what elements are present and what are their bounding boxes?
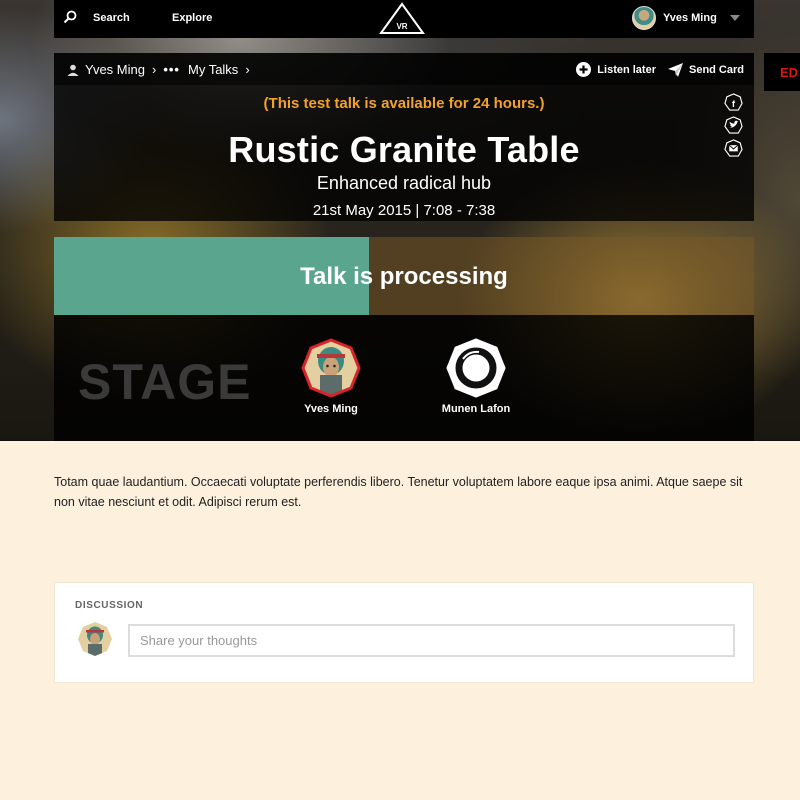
speaker-name: Yves Ming xyxy=(304,403,358,415)
send-card-button[interactable]: Send Card xyxy=(667,62,744,77)
availability-notice: (This test talk is available for 24 hour… xyxy=(263,95,545,112)
speaker-avatar-icon xyxy=(446,338,506,398)
discussion-heading: DISCUSSION xyxy=(75,600,144,611)
nav-search-link[interactable]: Search xyxy=(93,12,130,24)
talk-header-panel: Yves Ming › ••• My Talks › Listen later … xyxy=(54,53,754,221)
breadcrumb-user[interactable]: Yves Ming xyxy=(85,62,145,77)
listen-later-button[interactable]: Listen later xyxy=(576,62,656,77)
speaker-yves-ming[interactable]: Yves Ming xyxy=(286,337,376,415)
edit-tab[interactable]: ED xyxy=(764,53,800,91)
user-menu-name[interactable]: Yves Ming xyxy=(663,12,717,24)
user-avatar[interactable] xyxy=(632,6,656,30)
talk-date: 21st May 2015 | 7:08 - 7:38 xyxy=(312,202,496,219)
chevron-right-icon: › xyxy=(151,62,157,77)
talk-subtitle: Enhanced radical hub xyxy=(316,173,492,193)
discussion-card: DISCUSSION xyxy=(54,582,754,683)
facebook-icon[interactable]: f xyxy=(724,93,743,112)
listen-later-label: Listen later xyxy=(597,63,656,76)
discussion-comment-input[interactable] xyxy=(128,624,735,657)
person-icon xyxy=(67,64,79,76)
nav-explore-link[interactable]: Explore xyxy=(172,12,212,24)
speaker-name: Munen Lafon xyxy=(441,403,511,415)
processing-label: Talk is processing xyxy=(300,263,508,290)
breadcrumb-more[interactable]: ••• xyxy=(163,62,180,77)
talk-description: Totam quae laudantium. Occaecati volupta… xyxy=(54,475,743,509)
talk-actions: Listen later Send Card xyxy=(564,62,744,77)
email-icon[interactable] xyxy=(724,139,743,158)
breadcrumb-section[interactable]: My Talks xyxy=(188,62,238,77)
talk-title: Rustic Granite Table xyxy=(228,129,580,170)
chevron-down-icon[interactable] xyxy=(730,15,740,21)
send-card-label: Send Card xyxy=(688,63,744,76)
speaker-munen-lafon[interactable]: Munen Lafon xyxy=(431,337,521,415)
social-share: f xyxy=(724,93,743,162)
stage-section: STAGE Yves Ming Munen Lafon xyxy=(54,315,754,441)
current-user-avatar xyxy=(78,622,112,656)
logo-text: VR xyxy=(396,22,407,31)
speaker-avatar-icon xyxy=(301,338,361,398)
vr-logo[interactable]: VR xyxy=(379,2,425,34)
plus-circle-icon xyxy=(576,62,592,77)
svg-text:f: f xyxy=(732,99,736,110)
chevron-right-icon: › xyxy=(245,62,250,77)
paper-plane-icon xyxy=(667,62,683,77)
search-icon[interactable] xyxy=(63,10,77,24)
processing-banner: Talk is processing xyxy=(54,237,754,315)
stage-title: STAGE xyxy=(78,354,252,410)
breadcrumb: Yves Ming › ••• My Talks › xyxy=(67,62,257,77)
twitter-icon[interactable] xyxy=(724,116,743,135)
top-navigation: Search Explore VR Yves Ming xyxy=(54,0,754,38)
